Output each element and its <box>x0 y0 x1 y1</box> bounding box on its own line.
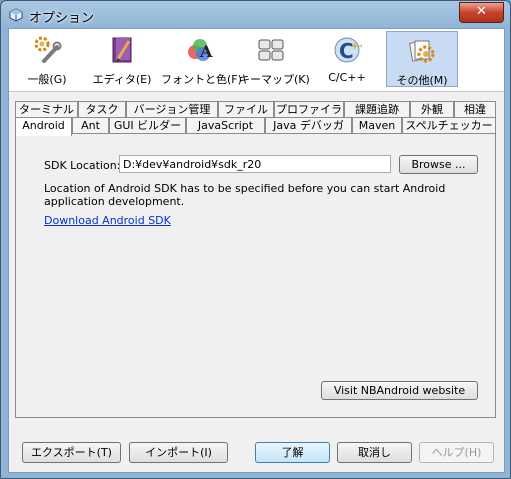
keyboard-icon <box>258 39 284 61</box>
category-editor[interactable]: エディタ(E) <box>89 31 155 87</box>
tab-profiler[interactable]: プロファイラ <box>274 101 344 118</box>
window-title: オプション <box>29 11 95 26</box>
category-keymap[interactable]: キーマップ(K) <box>239 31 310 87</box>
category-fonts-colors[interactable]: A フォントと色(F) <box>161 31 242 87</box>
editor-book-icon <box>112 37 132 63</box>
category-toolbar: 一般(G) エディタ(E) A フォントと色(F) キーマップ(K) C + C… <box>9 29 504 92</box>
category-misc[interactable]: その他(M) <box>386 31 458 87</box>
tab-maven[interactable]: Maven <box>352 117 402 134</box>
category-label: その他(M) <box>396 74 448 87</box>
misc-gear-icon <box>408 40 435 63</box>
cube-app-icon <box>9 8 23 22</box>
tab-diff[interactable]: 相違 <box>454 101 496 118</box>
tab-tasks[interactable]: タスク <box>78 101 126 118</box>
sdk-location-label: SDK Location: <box>44 159 121 172</box>
close-button[interactable]: ✕ <box>459 2 504 23</box>
font-color-icon: A <box>188 39 213 61</box>
wrench-gear-icon <box>34 36 62 63</box>
sdk-location-input[interactable] <box>119 155 391 173</box>
category-cpp[interactable]: C ++ C/C++ <box>319 31 375 87</box>
export-button[interactable]: エクスポート(T) <box>22 442 121 463</box>
tab-java-debugger[interactable]: Java デバッガ <box>265 117 352 134</box>
download-sdk-link[interactable]: Download Android SDK <box>44 214 171 227</box>
tab-gui-builder[interactable]: GUI ビルダー <box>109 117 186 134</box>
category-general[interactable]: 一般(G) <box>17 31 77 87</box>
android-settings-panel: SDK Location: Browse ... Location of And… <box>15 133 496 418</box>
options-window: オプション ✕ 一般(G) エディタ(E) A フォントと色(F) キーマップ(… <box>0 0 511 479</box>
category-label: キーマップ(K) <box>239 73 310 86</box>
svg-text:A: A <box>199 42 213 61</box>
tab-files[interactable]: ファイル <box>218 101 274 118</box>
category-label: C/C++ <box>328 71 366 84</box>
tab-issue-tracking[interactable]: 課題追跡 <box>344 101 410 118</box>
tab-android[interactable]: Android <box>15 117 72 136</box>
svg-text:++: ++ <box>351 42 362 52</box>
category-label: 一般(G) <box>27 73 67 86</box>
tab-spellchecker[interactable]: スペルチェッカー <box>402 117 496 134</box>
dialog-body: 一般(G) エディタ(E) A フォントと色(F) キーマップ(K) C + C… <box>8 28 505 473</box>
tab-appearance[interactable]: 外観 <box>410 101 454 118</box>
title-bar[interactable]: オプション ✕ <box>1 1 510 29</box>
tab-terminal[interactable]: ターミナル <box>15 101 78 118</box>
tab-javascript[interactable]: JavaScript <box>186 117 265 134</box>
help-button: ヘルプ(H) <box>419 442 494 463</box>
sdk-info-text: Location of Android SDK has to be specif… <box>44 182 446 208</box>
tab-version-control[interactable]: バージョン管理 <box>126 101 218 118</box>
cpp-icon: C ++ <box>334 37 362 63</box>
import-button[interactable]: インポート(I) <box>129 442 228 463</box>
ok-button[interactable]: 了解 <box>255 442 330 463</box>
browse-button[interactable]: Browse ... <box>399 155 478 174</box>
category-label: フォントと色(F) <box>161 73 242 86</box>
cancel-button[interactable]: 取消し <box>337 442 412 463</box>
tab-ant[interactable]: Ant <box>72 117 109 134</box>
visit-website-button[interactable]: Visit NBAndroid website <box>321 381 478 400</box>
category-label: エディタ(E) <box>92 73 152 86</box>
